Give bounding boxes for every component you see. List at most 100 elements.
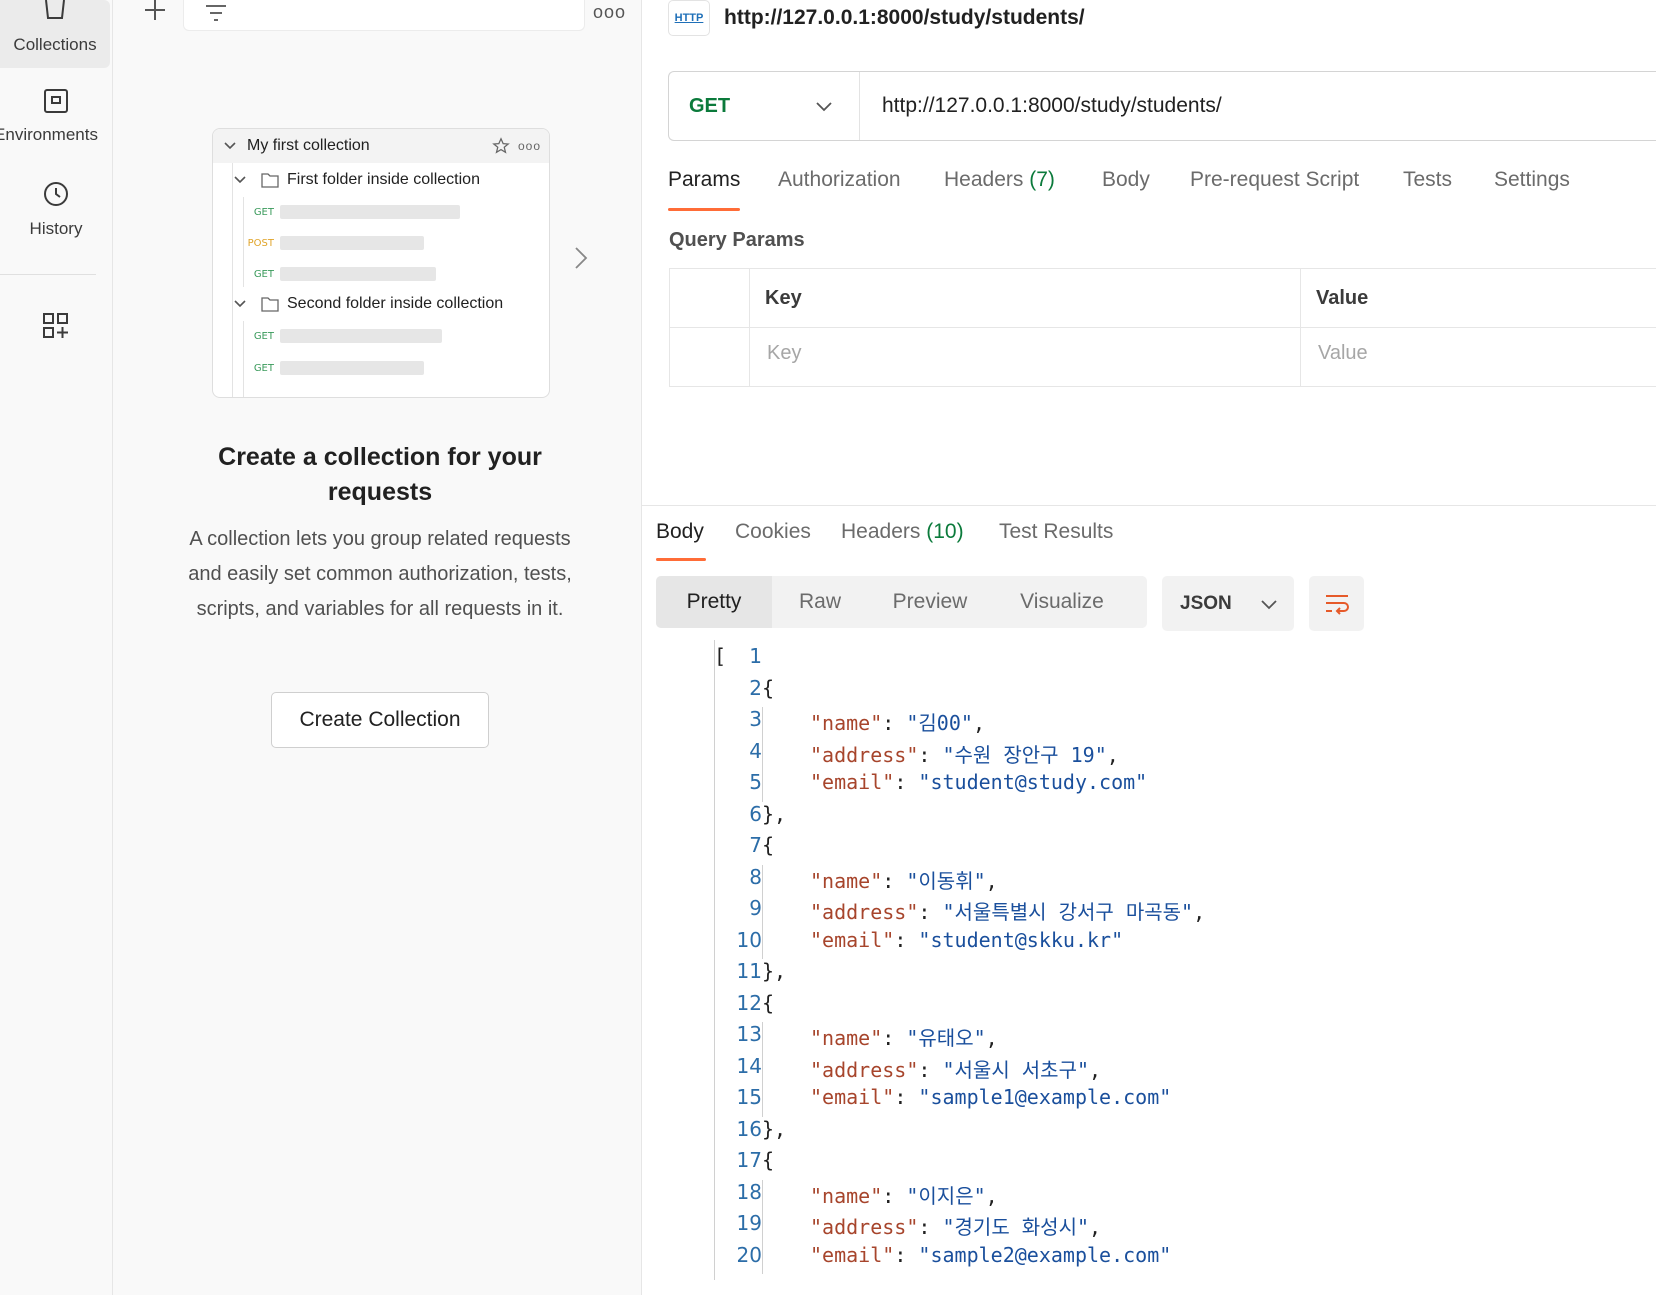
tab-label: Settings <box>1494 168 1570 191</box>
json-value: student@skku.kr <box>930 927 1112 952</box>
indent-guide <box>762 707 763 802</box>
view-pretty-button[interactable]: Pretty <box>656 576 772 628</box>
code-line: "email": "student@skku.kr" <box>810 927 1124 952</box>
view-raw-button[interactable]: Raw <box>772 576 868 628</box>
sidebar-item-environments[interactable]: Environments <box>0 88 112 148</box>
request-name[interactable]: http://127.0.0.1:8000/study/students/ <box>724 6 1085 30</box>
json-key: email <box>822 1085 883 1109</box>
collections-icon <box>45 0 65 19</box>
sidebar-item-label: Collections <box>13 35 97 54</box>
folder-icon <box>261 173 279 188</box>
tab-pre-request-script[interactable]: Pre-request Script <box>1190 168 1359 192</box>
line-number: 4 <box>749 738 762 763</box>
preview-request: GET <box>246 321 442 351</box>
tab-label: Body <box>656 520 704 543</box>
request-workspace: HTTP http://127.0.0.1:8000/study/student… <box>642 0 1656 1295</box>
json-value: 유태오 <box>918 1026 974 1050</box>
chevron-down-icon <box>816 102 832 112</box>
tab-label: Cookies <box>735 520 811 543</box>
line-number: 20 <box>736 1242 762 1267</box>
folder-icon <box>261 297 279 312</box>
create-collection-button[interactable]: Create Collection <box>271 692 489 748</box>
row-divider <box>670 327 1656 328</box>
value-input[interactable]: Value <box>1318 342 1368 365</box>
tab-response-body[interactable]: Body <box>656 520 704 544</box>
line-number: 12 <box>736 990 762 1015</box>
view-preview-button[interactable]: Preview <box>868 576 992 628</box>
chevron-down-icon <box>234 176 246 184</box>
line-number: 17 <box>736 1148 762 1172</box>
tab-body[interactable]: Body <box>1102 168 1150 192</box>
line-number: 6 <box>749 801 762 826</box>
line-number: 3 <box>749 707 762 731</box>
sidebar-item-collections[interactable]: Collections <box>0 0 110 68</box>
method-select[interactable]: GET <box>669 72 860 140</box>
json-key: address <box>822 1215 907 1239</box>
tree-guide <box>243 321 244 397</box>
preview-folder-1: First folder inside collection <box>233 163 480 197</box>
json-key: name <box>822 711 871 735</box>
preview-folder-name: Second folder inside collection <box>287 295 504 312</box>
line-number: 16 <box>736 1116 762 1141</box>
line-number: 10 <box>736 927 762 952</box>
json-key: name <box>822 1026 871 1050</box>
tab-headers[interactable]: Headers (7) <box>944 168 1055 192</box>
tab-response-headers[interactable]: Headers (10) <box>841 520 964 544</box>
tab-cookies[interactable]: Cookies <box>735 520 811 544</box>
more-options-button[interactable]: ooo <box>593 2 626 23</box>
method-label: GET <box>253 362 274 374</box>
sidebar-item-history[interactable]: History <box>0 180 112 240</box>
tab-label: Pre-request Script <box>1190 168 1360 191</box>
code-line: { <box>762 990 775 1015</box>
line-number: 7 <box>749 833 762 857</box>
add-workspace-icon <box>43 313 68 338</box>
method-label: POST <box>247 237 274 249</box>
placeholder-bar <box>280 267 436 281</box>
json-key: name <box>822 868 871 893</box>
tab-tests[interactable]: Tests <box>1403 168 1452 192</box>
preview-folder-2: Second folder inside collection <box>233 287 503 321</box>
method-label: GET <box>253 268 274 280</box>
tab-authorization[interactable]: Authorization <box>778 168 901 192</box>
preview-request: GET <box>246 259 436 289</box>
request-response-divider[interactable] <box>642 505 1656 506</box>
active-tab-indicator <box>656 558 706 561</box>
chevron-right-icon[interactable] <box>574 246 588 270</box>
wrap-lines-icon <box>1325 594 1349 615</box>
preview-collection-name: My first collection <box>247 137 370 154</box>
view-visualize-button[interactable]: Visualize <box>992 576 1132 628</box>
url-bar: GET http://127.0.0.1:8000/study/students… <box>668 71 1656 141</box>
wrap-lines-button[interactable] <box>1309 576 1364 631</box>
http-icon: HTTP <box>668 0 710 36</box>
method-value: GET <box>689 94 731 117</box>
tab-params[interactable]: Params <box>668 168 740 192</box>
plus-icon[interactable] <box>141 0 169 22</box>
key-input[interactable]: Key <box>767 342 801 365</box>
code-line: "name": "유태오", <box>810 1026 998 1050</box>
line-number: 15 <box>736 1085 762 1109</box>
json-key: email <box>822 1242 883 1267</box>
method-label: GET <box>253 330 274 342</box>
line-number: 19 <box>736 1211 762 1235</box>
tab-settings[interactable]: Settings <box>1494 168 1570 192</box>
response-json-viewer[interactable]: 1[2{3 "name": "김00", 4 "address": "수원 장안구 1… <box>642 636 1656 1281</box>
format-select[interactable]: JSON <box>1162 576 1294 631</box>
collections-pane: ooo My first collection ooo First folder… <box>113 0 642 1295</box>
line-number: 5 <box>749 770 762 794</box>
json-key: email <box>822 927 883 952</box>
sidebar-item-label: Environments <box>0 125 98 144</box>
url-input[interactable]: http://127.0.0.1:8000/study/students/ <box>882 94 1222 118</box>
code-line: }, <box>762 801 787 826</box>
active-tab-indicator <box>668 208 740 211</box>
request-title-bar: HTTP http://127.0.0.1:8000/study/student… <box>668 0 1085 36</box>
add-workspace-button[interactable] <box>0 312 112 344</box>
empty-state-title: Create a collection for your requests <box>218 443 542 506</box>
filter-input[interactable] <box>183 0 585 31</box>
json-value: sample1@example.com <box>930 1085 1160 1109</box>
code-line: "address": "경기도 화성시", <box>810 1215 1102 1239</box>
more-icon: ooo <box>517 139 541 153</box>
http-badge-label: HTTP <box>674 12 704 24</box>
tab-label: Params <box>668 168 741 191</box>
tab-test-results[interactable]: Test Results <box>999 520 1113 544</box>
tab-count: (10) <box>926 520 964 543</box>
